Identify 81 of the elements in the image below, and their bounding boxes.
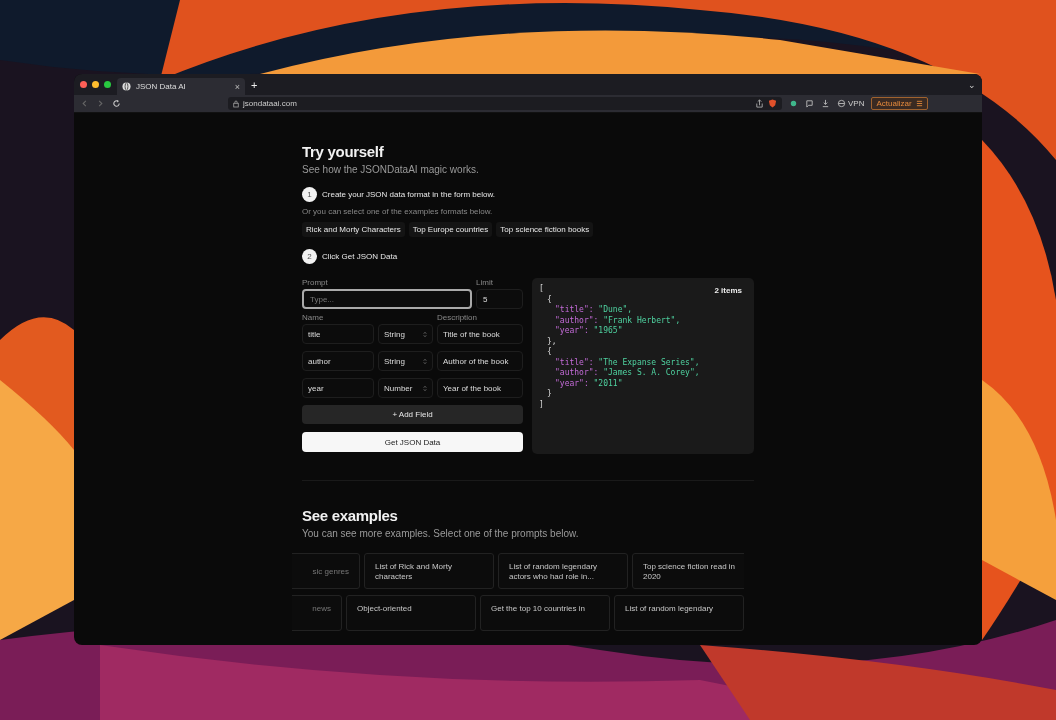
json-value: "James S. A. Corey",	[603, 368, 700, 377]
field-label: Limit	[476, 278, 494, 287]
step-text: Create your JSON data format in the form below.	[322, 190, 495, 199]
description-field[interactable]: Year of the book	[437, 378, 523, 398]
section-title: See examples	[302, 507, 399, 524]
updown-icon	[423, 384, 427, 392]
download-icon[interactable]	[821, 99, 830, 108]
json-value: "Frank Herbert",	[603, 315, 681, 325]
code-bracket: ]	[539, 399, 544, 409]
maximize-window-button[interactable]	[104, 81, 111, 88]
example-card[interactable]: List of random legendary	[614, 595, 744, 631]
new-tab-button[interactable]: +	[251, 78, 258, 91]
example-card[interactable]: List of Rick and Morty characters	[364, 553, 494, 589]
code-bracket: {	[547, 294, 552, 304]
type-select[interactable]: String	[378, 351, 433, 371]
description-field[interactable]: Title of the book	[437, 324, 523, 344]
example-card[interactable]: news	[292, 595, 342, 631]
step-number: 2	[302, 249, 317, 264]
code-bracket: [	[539, 284, 544, 293]
json-key: "author":	[555, 315, 599, 325]
minimize-window-button[interactable]	[92, 81, 99, 88]
json-value: "2011"	[593, 378, 623, 388]
menu-icon	[915, 100, 923, 107]
url-text: jsondataai.com	[243, 99, 297, 108]
step-text: Click Get JSON Data	[322, 252, 398, 261]
tab-title: JSON Data AI	[136, 82, 187, 91]
address-bar[interactable]: jsondataai.com	[228, 97, 782, 110]
json-value: "1965"	[593, 326, 623, 335]
example-card[interactable]: Get the top 10 countries in	[480, 595, 610, 631]
json-key: "author":	[555, 368, 599, 377]
close-tab-button[interactable]: ×	[234, 81, 240, 92]
example-chip[interactable]: Rick and Morty Characters	[302, 222, 405, 237]
close-window-button[interactable]	[80, 81, 87, 88]
json-key: "title":	[555, 305, 594, 314]
example-card[interactable]: List of random legendary actors who had role in...	[498, 553, 628, 589]
add-field-button[interactable]: + Add Field	[302, 405, 523, 424]
code-bracket: },	[547, 336, 557, 346]
prompt-field[interactable]: Type...	[302, 289, 472, 309]
field-label: Name	[302, 313, 324, 322]
update-button[interactable]: Actualizar	[871, 97, 928, 110]
step-number: 1	[302, 187, 317, 202]
globe-icon	[122, 82, 131, 91]
browser-tab[interactable]: JSON Data AI ×	[117, 78, 245, 95]
updown-icon	[423, 330, 427, 338]
status-dot-icon[interactable]	[789, 99, 798, 108]
reload-icon[interactable]	[112, 99, 121, 108]
section-title: Try yourself	[302, 143, 385, 160]
json-key: "year":	[555, 326, 589, 335]
lock-icon	[233, 99, 239, 108]
example-chip[interactable]: Top science fiction books	[496, 222, 594, 237]
json-key: "title":	[555, 357, 594, 367]
item-count: 2 items	[714, 286, 742, 295]
section-subtitle: See how the JSONDataAI magic works.	[302, 164, 480, 175]
example-card[interactable]: Top science fiction read in 2020	[632, 553, 744, 589]
globe-icon[interactable]	[837, 99, 846, 108]
tab-list-button[interactable]: ⌄	[968, 79, 976, 90]
name-field[interactable]: title	[302, 324, 374, 344]
example-card[interactable]: Object-oriented	[346, 595, 476, 631]
share-icon[interactable]	[755, 99, 764, 108]
updown-icon	[423, 357, 427, 365]
example-card[interactable]: sic genres	[292, 553, 360, 589]
name-field[interactable]: author	[302, 351, 374, 371]
type-select[interactable]: String	[378, 324, 433, 344]
section-subtitle: You can see more examples. Select one of the prompts below.	[302, 528, 580, 539]
json-key: "year":	[555, 378, 589, 388]
type-select[interactable]: Number	[378, 378, 433, 398]
shield-icon[interactable]	[768, 99, 777, 108]
field-label: Prompt	[302, 278, 329, 287]
field-label: Description	[437, 313, 477, 322]
chat-icon[interactable]	[805, 99, 814, 108]
get-data-button[interactable]: Get JSON Data	[302, 432, 523, 452]
description-field[interactable]: Author of the book	[437, 351, 523, 371]
limit-field[interactable]: 5	[476, 289, 523, 309]
name-field[interactable]: year	[302, 378, 374, 398]
hint-text: Or you can select one of the examples formats below.	[302, 207, 494, 216]
json-value: "Dune",	[598, 305, 633, 314]
vpn-button[interactable]: VPN	[848, 99, 865, 108]
example-chip[interactable]: Top Europe countries	[408, 222, 493, 237]
code-bracket: }	[547, 389, 552, 398]
code-bracket: {	[547, 347, 552, 356]
json-value: "The Expanse Series",	[598, 357, 700, 367]
